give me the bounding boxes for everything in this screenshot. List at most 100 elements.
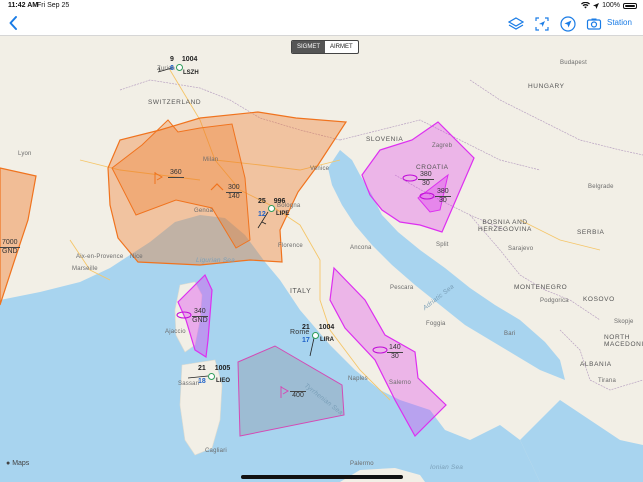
sigmet-label-1[interactable]: 360 [168,169,184,178]
sigmet-label-4-lower: 30 [421,180,430,187]
station-lszh-dew: 6 [170,65,174,72]
camera-icon [586,18,602,30]
place-bari: Bari [504,331,516,337]
sigmet-label-5-upper: 380 [435,188,451,197]
place-sarajevo: Sarajevo [508,246,534,252]
locate-region-icon [535,17,549,31]
sigmet-label-4-upper: 380 [418,171,434,180]
place-north-macedonia: NORTH MACEDONIA [604,334,643,348]
maps-attribution[interactable]: ● Maps [6,460,29,467]
place-nice: Nice [130,254,143,260]
station-lira-pressure: 1004 [318,324,335,331]
status-date: Fri Sep 25 [37,2,70,9]
place-ancona: Ancona [350,245,372,251]
battery-icon [623,2,637,9]
back-chevron-icon [9,16,17,30]
sigmet-label-5[interactable]: 380 30 [435,188,451,205]
sigmet-label-2[interactable]: 300 140 [226,184,242,201]
station-lira-temp: 21 [302,324,310,331]
place-lyon: Lyon [18,151,32,157]
sigmet-label-6-upper: 340 [192,308,208,317]
place-italy: ITALY [290,288,312,295]
location-button[interactable] [560,16,576,32]
place-budapest: Budapest [560,60,587,66]
place-foggia: Foggia [426,321,446,327]
sigmet-label-8[interactable]: 400 [290,384,306,400]
station-lieo-pressure: 1005 [214,365,231,372]
station-lira-dot[interactable] [312,332,319,339]
sigmet-label-5-lower: 30 [438,197,447,204]
place-montenegro: MONTENEGRO [514,284,568,291]
station-lieo-temp: 21 [198,365,206,372]
station-button[interactable]: Station [607,18,632,27]
station-lipe-dew: 12 [258,211,266,218]
station-lira-id: LIRA [320,337,334,343]
place-belgrade: Belgrade [588,184,614,190]
top-toolbar: Station [0,12,643,36]
place-florence: Florence [278,243,303,249]
maps-attribution-text: Maps [12,460,30,467]
apple-logo-icon: ● [6,460,11,467]
place-milan: Milan [203,157,219,163]
location-arrow-icon [560,16,576,32]
status-bar: 11:42 AM Fri Sep 25 100% [0,0,643,12]
station-lieo[interactable]: 21 1005 18 LIEO [198,365,231,385]
sigmet-label-1-upper: 360 [168,169,184,178]
station-lira-dew: 17 [302,337,310,344]
sigmet-label-7-lower: 30 [390,353,399,360]
place-albania: ALBANIA [580,361,612,368]
place-aix: Aix-en-Provence [76,254,124,260]
map-view[interactable]: SIGMET AIRMET SWITZERLAND SLOVENIA CROAT… [0,36,643,482]
station-lipe-pressure: 996 [273,198,286,205]
sigmet-label-2-lower: 140 [228,193,240,200]
place-switzerland: SWITZERLAND [148,99,202,106]
sigmet-label-4[interactable]: 380 30 [418,171,434,188]
place-croatia: CROATIA [416,164,449,171]
sigmet-tab[interactable]: SIGMET [292,41,326,53]
station-lszh-id: LSZH [183,70,199,76]
location-services-icon [593,2,600,9]
place-pescara: Pescara [390,285,414,291]
station-lira[interactable]: 21 1004 17 LIRA [302,324,335,344]
station-lszh-dot[interactable] [176,64,183,71]
place-venice: Venice [310,166,330,172]
airmet-tab[interactable]: AIRMET [325,41,358,53]
place-ajaccio: Ajaccio [165,329,186,335]
station-lipe[interactable]: 25 996 12 LIPE [258,198,289,218]
place-ionian-sea: Ionian Sea [430,464,464,471]
place-podgorica: Podgorica [540,298,569,304]
place-slovenia: SLOVENIA [366,136,404,143]
sigmet-label-6[interactable]: 340 GND [192,308,208,325]
status-time: 11:42 AM [8,2,39,9]
place-naples: Naples [348,376,368,382]
locate-region-button[interactable] [534,16,550,32]
sigmet-label-3-lower: GND [2,248,18,255]
place-sassari: Sassari [178,381,200,387]
station-lieo-id: LIEO [216,378,231,384]
back-button[interactable] [8,15,22,33]
sigmet-airmet-toggle: SIGMET AIRMET [291,40,359,54]
sigmet-label-8-lower: 400 [292,392,304,399]
sigmet-label-8-upper [290,384,306,392]
sigmet-label-3[interactable]: 7000 GND [0,239,20,256]
layers-button[interactable] [507,16,525,32]
sigmet-label-3-upper: 7000 [0,239,20,248]
place-marseille: Marseille [72,266,98,272]
home-indicator[interactable] [241,475,403,479]
sigmet-label-7[interactable]: 140 30 [387,344,403,361]
station-lipe-id: LIPE [276,211,290,217]
station-lieo-dot[interactable] [208,373,215,380]
place-bosnia: BOSNIA AND HERZEGOVINA [478,219,532,233]
camera-button[interactable] [586,16,602,32]
station-lszh-temp: 9 [170,56,174,63]
station-lszh[interactable]: 9 1004 6 LSZH [170,56,199,76]
place-palermo: Palermo [350,461,374,467]
place-cagliari: Cagliari [205,448,227,454]
place-zagreb: Zagreb [432,143,453,149]
place-salerno: Salerno [389,380,412,386]
station-lipe-dot[interactable] [268,205,275,212]
sigmet-label-7-upper: 140 [387,344,403,353]
sigmet-label-2-upper: 300 [226,184,242,193]
place-split: Split [436,242,449,248]
station-lipe-temp: 25 [258,198,266,205]
